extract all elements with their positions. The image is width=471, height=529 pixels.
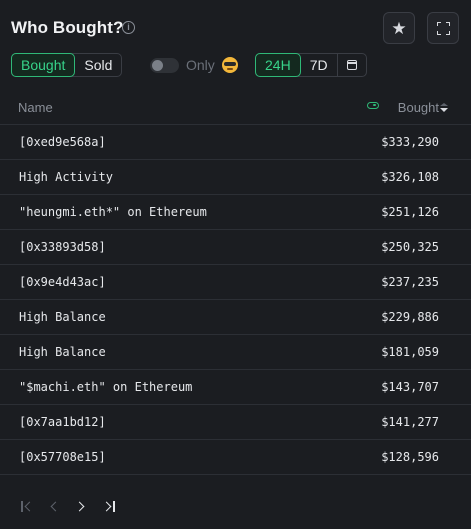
toggle-knob xyxy=(152,60,163,71)
expand-button[interactable] xyxy=(427,12,459,44)
last-page-button[interactable] xyxy=(101,498,119,516)
row-name[interactable]: [0x33893d58] xyxy=(19,240,106,254)
table-row[interactable]: [0x9e4d43ac] $237,235 xyxy=(0,265,471,300)
table-row[interactable]: "heungmi.eth*" on Ethereum $251,126 xyxy=(0,195,471,230)
table-row[interactable]: High Balance $181,059 xyxy=(0,335,471,370)
row-name[interactable]: "$machi.eth" on Ethereum xyxy=(19,380,192,394)
tab-24h[interactable]: 24H xyxy=(255,53,301,77)
row-value: $128,596 xyxy=(381,450,439,464)
table-body: [0xed9e568a] $333,290 High Activity $326,1… xyxy=(0,125,471,475)
row-name[interactable]: High Balance xyxy=(19,345,106,359)
column-header-name[interactable]: Name xyxy=(18,100,53,115)
star-icon: ★ xyxy=(391,18,407,38)
prev-page-button[interactable] xyxy=(46,498,64,516)
row-value: $141,277 xyxy=(381,415,439,429)
row-value: $251,126 xyxy=(381,205,439,219)
table-row[interactable]: High Balance $229,886 xyxy=(0,300,471,335)
tab-bought[interactable]: Bought xyxy=(11,53,76,77)
row-name[interactable]: High Balance xyxy=(19,310,106,324)
column-header-bought[interactable]: Bought xyxy=(398,100,439,115)
time-range-switch: 24H 7D xyxy=(255,53,367,77)
only-label: Only xyxy=(186,57,215,73)
row-value: $229,886 xyxy=(381,310,439,324)
row-name[interactable]: [0x9e4d43ac] xyxy=(19,275,106,289)
row-name[interactable]: "heungmi.eth*" on Ethereum xyxy=(19,205,207,219)
sort-desc-icon[interactable] xyxy=(440,103,448,112)
widget-header: Who Bought? i ★ xyxy=(11,12,459,44)
table-row[interactable]: High Activity $326,108 xyxy=(0,160,471,195)
tab-sold[interactable]: Sold xyxy=(75,54,121,76)
favorite-button[interactable]: ★ xyxy=(383,12,415,44)
next-page-button[interactable] xyxy=(73,498,91,516)
tab-7d[interactable]: 7D xyxy=(301,54,337,76)
row-name[interactable]: [0x57708e15] xyxy=(19,450,106,464)
info-icon[interactable]: i xyxy=(122,21,135,34)
table-row[interactable]: "$machi.eth" on Ethereum $143,707 xyxy=(0,370,471,405)
table-row[interactable]: [0x57708e15] $128,596 xyxy=(0,440,471,475)
first-page-icon xyxy=(21,501,23,512)
prev-page-icon xyxy=(50,501,61,512)
filter-controls: Bought Sold Only 24H 7D xyxy=(11,53,471,77)
bought-sold-switch: Bought Sold xyxy=(11,53,123,77)
row-value: $326,108 xyxy=(381,170,439,184)
next-page-icon xyxy=(74,501,85,512)
table-row[interactable]: [0xed9e568a] $333,290 xyxy=(0,125,471,160)
custom-date-button[interactable] xyxy=(338,54,366,76)
row-name[interactable]: High Activity xyxy=(19,170,113,184)
calendar-icon xyxy=(346,60,357,70)
buyers-table: Name Bought [0xed9e568a] $333,290 High Ac… xyxy=(0,92,471,475)
row-value: $250,325 xyxy=(381,240,439,254)
first-page-button[interactable] xyxy=(18,498,36,516)
row-value: $333,290 xyxy=(381,135,439,149)
table-header: Name Bought xyxy=(0,92,471,125)
table-row[interactable]: [0x7aa1bd12] $141,277 xyxy=(0,405,471,440)
row-name[interactable]: [0xed9e568a] xyxy=(19,135,106,149)
sunglasses-emoji-icon xyxy=(222,57,238,73)
expand-icon xyxy=(436,21,450,35)
row-name[interactable]: [0x7aa1bd12] xyxy=(19,415,106,429)
only-toggle[interactable] xyxy=(150,58,179,73)
table-row[interactable]: [0x33893d58] $250,325 xyxy=(0,230,471,265)
row-value: $237,235 xyxy=(381,275,439,289)
widget-title: Who Bought? xyxy=(11,18,124,37)
row-value: $181,059 xyxy=(381,345,439,359)
last-page-icon xyxy=(101,501,112,512)
wallet-pill-icon xyxy=(367,102,379,109)
row-value: $143,707 xyxy=(381,380,439,394)
